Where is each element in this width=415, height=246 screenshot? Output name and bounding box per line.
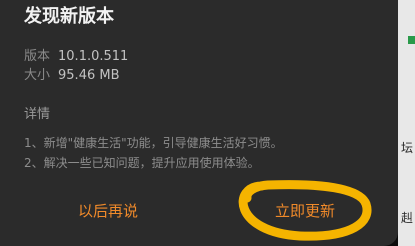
version-row: 版本 10.1.0.511 (24, 48, 128, 66)
details-title: 详情 (24, 107, 51, 122)
release-note-2: 2、解决一些已知问题，提升应用使用体验。 (24, 156, 260, 170)
version-label: 版本 (24, 49, 51, 64)
background-green-mark (408, 36, 415, 44)
size-value: 95.46 MB (58, 68, 120, 83)
update-now-button[interactable]: 立即更新 (250, 198, 360, 224)
background-partial-char: 赳 (401, 211, 414, 225)
version-value: 10.1.0.511 (58, 49, 129, 64)
later-button[interactable]: 以后再说 (60, 198, 156, 224)
release-note-1: 1、新增"健康生活"功能，引导健康生活好习惯。 (24, 136, 283, 150)
size-row: 大小 95.46 MB (24, 67, 120, 85)
update-dialog: 发现新版本 版本 10.1.0.511 大小 95.46 MB 详情 1、新增"健康… (0, 0, 398, 246)
dialog-title: 发现新版本 (24, 6, 114, 27)
background-partial-char: 坛 (401, 141, 414, 155)
size-label: 大小 (24, 68, 51, 83)
screen: 坛 赳 发现新版本 版本 10.1.0.511 大小 95.46 MB 详情 1、新… (0, 0, 415, 246)
